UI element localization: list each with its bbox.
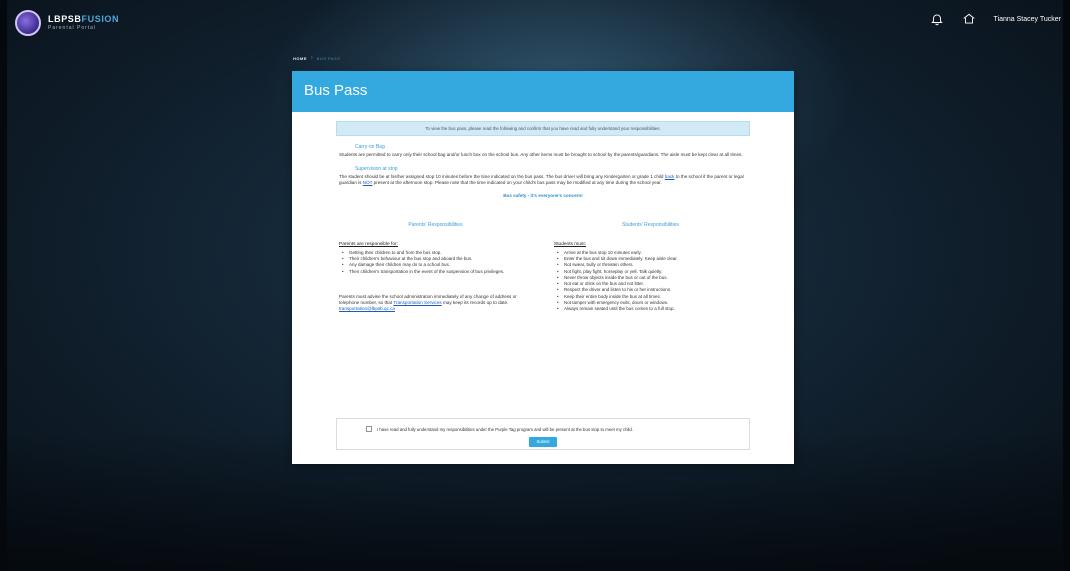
supervision-section: Supervision at stop The student should b… xyxy=(336,166,750,186)
carry-on-section: Carry-on Bag Students are permitted to c… xyxy=(336,144,750,158)
logo-title-fusion: FUSION xyxy=(81,14,120,24)
logo-icon xyxy=(15,10,41,36)
panel-body: To view the bus pass, please read the fo… xyxy=(292,121,794,313)
right-frame xyxy=(1063,0,1070,571)
supervision-heading: Supervision at stop xyxy=(355,166,398,173)
students-list: Arrive at the bus stop 10 minutes early.… xyxy=(554,250,747,313)
confirm-checkbox[interactable] xyxy=(366,426,372,432)
bus-pass-panel: Bus Pass To view the bus pass, please re… xyxy=(292,71,794,464)
transportation-services-link[interactable]: Transportation Services xyxy=(393,300,441,305)
not-link[interactable]: NOT xyxy=(363,180,373,185)
list-item: Always remain seated until the bus comes… xyxy=(554,306,747,313)
parents-advise-text: Parents must advise the school administr… xyxy=(339,294,532,313)
students-subheading: Students must: xyxy=(554,241,586,247)
logo-title: LBPSBFUSION xyxy=(48,15,119,24)
breadcrumb-current: BUS PASS xyxy=(316,55,341,61)
students-heading: Students' Responsibilities xyxy=(622,221,679,228)
parents-subheading: Parents are responsible for: xyxy=(339,241,398,247)
parents-list: Getting their children to and from the b… xyxy=(339,250,532,275)
supervision-text-part-1: The student should be at his/her assigne… xyxy=(339,174,665,180)
logo-title-lbpsb: LBPSB xyxy=(48,14,82,24)
breadcrumb: HOME › BUS PASS xyxy=(293,55,340,61)
logo-text: LBPSBFUSION Parental Portal xyxy=(48,15,119,31)
parents-column: Parents' Responsibilities Parents are re… xyxy=(339,222,544,313)
supervision-text: The student should be at his/her assigne… xyxy=(339,174,747,186)
breadcrumb-separator: › xyxy=(311,55,313,61)
advise-text-part-2: may keep its records up to date. xyxy=(441,300,509,305)
app-background: LBPSBFUSION Parental Portal Tianna Stace… xyxy=(0,0,1070,571)
transportation-email-link[interactable]: transportation@lbpsb.qc.ca xyxy=(339,306,395,311)
logo[interactable]: LBPSBFUSION Parental Portal xyxy=(15,10,119,36)
info-banner: To view the bus pass, please read the fo… xyxy=(336,121,750,136)
responsibilities-columns: Parents' Responsibilities Parents are re… xyxy=(336,222,750,313)
carry-on-heading: Carry-on Bag xyxy=(355,144,385,150)
breadcrumb-home[interactable]: HOME xyxy=(293,56,307,61)
top-bar: LBPSBFUSION Parental Portal Tianna Stace… xyxy=(7,0,1063,44)
home-icon[interactable] xyxy=(962,12,976,26)
top-right-controls: Tianna Stacey Tucker xyxy=(930,12,1061,26)
confirmation-box: I have read and fully understand my resp… xyxy=(336,418,750,450)
panel-header: Bus Pass xyxy=(292,71,794,112)
list-item: Their children's transportation in the e… xyxy=(339,269,532,276)
user-name[interactable]: Tianna Stacey Tucker xyxy=(994,16,1061,23)
confirm-label[interactable]: I have read and fully understand my resp… xyxy=(377,427,633,432)
carry-on-text: Students are permitted to carry only the… xyxy=(339,152,743,157)
logo-subtitle: Parental Portal xyxy=(48,25,97,31)
supervision-text-part-3: present at the afternoon stop. Please no… xyxy=(372,180,662,186)
confirmation-row: I have read and fully understand my resp… xyxy=(366,426,749,432)
submit-button[interactable]: Submit xyxy=(529,437,557,447)
left-frame xyxy=(0,0,7,571)
page-title: Bus Pass xyxy=(304,82,368,99)
safety-line: Bus safety - it's everyone's concern! xyxy=(503,192,583,198)
bell-icon[interactable] xyxy=(930,12,944,26)
parents-heading: Parents' Responsibilities xyxy=(408,221,463,228)
students-column: Students' Responsibilities Students must… xyxy=(544,222,747,313)
